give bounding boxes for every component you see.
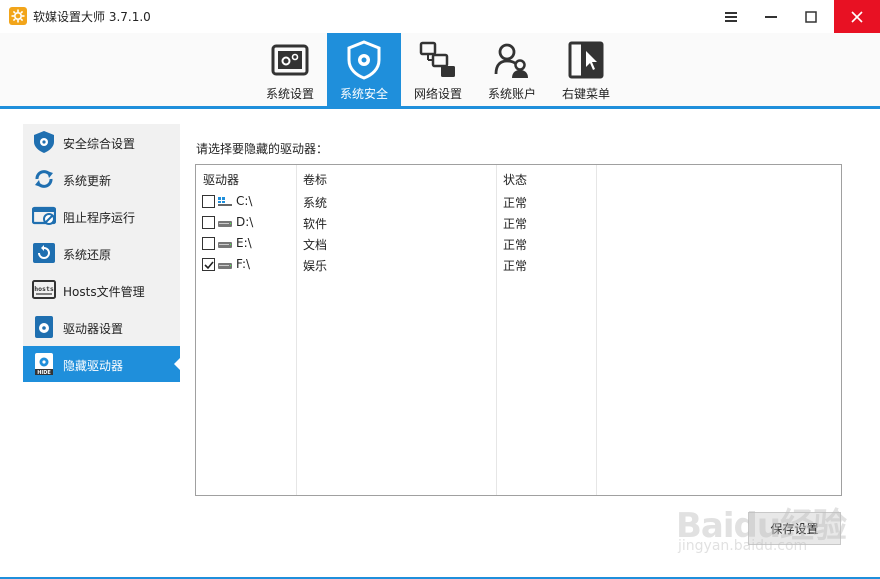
drive-checkbox[interactable] — [202, 237, 215, 250]
table-row[interactable]: F:\ 娱乐 正常 — [196, 255, 841, 276]
drive-name: E:\ — [236, 236, 252, 250]
drive-volume-label: 娱乐 — [303, 259, 328, 273]
block-program-icon — [32, 206, 56, 225]
disk-drive-icon — [218, 221, 232, 227]
tab-label: 系统设置 — [265, 87, 314, 101]
sidebar-item-label: 阻止程序运行 — [63, 211, 136, 225]
maximize-icon — [805, 10, 817, 23]
sidebar-item-label: 系统还原 — [63, 248, 112, 262]
column-header-label[interactable]: 卷标 — [303, 171, 327, 188]
refresh-icon — [35, 170, 53, 188]
sidebar-item-system-update[interactable]: 系统更新 — [23, 161, 180, 197]
column-header-drive[interactable]: 驱动器 — [203, 171, 239, 188]
drive-status: 正常 — [503, 259, 528, 273]
drive-volume-label: 软件 — [303, 217, 328, 231]
network-icon — [419, 41, 455, 77]
svg-text:hosts: hosts — [34, 285, 54, 293]
close-icon — [851, 10, 863, 23]
tab-context-menu[interactable]: 右键菜单 — [549, 33, 623, 106]
shield-icon — [34, 131, 54, 153]
drive-volume-label: 文档 — [303, 238, 328, 252]
minimize-button[interactable] — [751, 0, 791, 33]
system-settings-icon — [271, 44, 309, 76]
users-icon — [494, 43, 528, 78]
sidebar-item-drive-settings[interactable]: 驱动器设置 — [23, 309, 180, 345]
sidebar-item-label: 驱动器设置 — [63, 322, 124, 336]
disk-drive-icon — [218, 263, 232, 269]
close-button[interactable] — [834, 0, 880, 33]
drive-name: D:\ — [236, 215, 254, 229]
drive-settings-icon — [35, 316, 53, 338]
shield-gear-icon — [347, 40, 381, 80]
drive-list[interactable]: 驱动器 卷标 状态 C:\ 系统 正常 D:\ 软件 正常 E:\ 文档 正常 — [195, 164, 842, 496]
windows-drive-icon — [218, 197, 232, 206]
disk-drive-icon — [218, 242, 232, 248]
minimize-icon — [765, 15, 777, 18]
restore-icon — [33, 243, 55, 263]
tab-system-accounts[interactable]: 系统账户 — [475, 33, 549, 106]
drive-volume-label: 系统 — [303, 196, 328, 210]
tab-system-security[interactable]: 系统安全 — [327, 33, 401, 106]
hide-drive-prompt: 请选择要隐藏的驱动器： — [196, 142, 329, 156]
save-settings-button[interactable]: 保存设置 — [748, 512, 841, 545]
svg-text:HIDE: HIDE — [37, 370, 51, 375]
sidebar: 安全综合设置 系统更新 阻止程序运行 系统还原 hosts Hosts文件管理 … — [23, 124, 181, 382]
table-row[interactable]: C:\ 系统 正常 — [196, 192, 841, 213]
main-toolbar: 系统设置 系统安全 网络设置 系统账户 右键菜单 — [0, 33, 880, 106]
menu-button[interactable] — [711, 0, 751, 33]
maximize-button[interactable] — [791, 0, 831, 33]
drive-name: C:\ — [236, 194, 253, 208]
column-header-status[interactable]: 状态 — [503, 171, 527, 188]
hosts-icon: hosts — [32, 280, 56, 299]
checkmark-icon — [204, 261, 214, 270]
table-row[interactable]: D:\ 软件 正常 — [196, 213, 841, 234]
drive-checkbox[interactable] — [202, 195, 215, 208]
cursor-menu-icon — [568, 41, 604, 79]
drive-name: F:\ — [236, 257, 251, 271]
sidebar-item-label: 隐藏驱动器 — [63, 359, 124, 373]
drive-status: 正常 — [503, 238, 528, 252]
tab-system-settings[interactable]: 系统设置 — [253, 33, 327, 106]
sidebar-item-security-overview[interactable]: 安全综合设置 — [23, 124, 180, 160]
title-bar: 软媒设置大师 3.7.1.0 — [0, 0, 880, 33]
drive-status: 正常 — [503, 217, 528, 231]
sidebar-item-block-programs[interactable]: 阻止程序运行 — [23, 198, 180, 234]
tab-label: 网络设置 — [413, 87, 462, 101]
tab-label: 右键菜单 — [561, 87, 610, 101]
drive-status: 正常 — [503, 196, 528, 210]
tab-label: 系统账户 — [487, 87, 536, 101]
app-logo-icon — [9, 7, 27, 25]
toolbar-divider — [0, 106, 880, 109]
tab-network-settings[interactable]: 网络设置 — [401, 33, 475, 106]
sidebar-item-label: 安全综合设置 — [63, 137, 136, 151]
window-title: 软媒设置大师 3.7.1.0 — [33, 10, 151, 24]
table-row[interactable]: E:\ 文档 正常 — [196, 234, 841, 255]
tab-label: 系统安全 — [339, 87, 388, 101]
sidebar-item-hide-drives[interactable]: HIDE 隐藏驱动器 — [23, 346, 181, 382]
drive-checkbox[interactable] — [202, 216, 215, 229]
hide-drive-icon: HIDE — [35, 353, 53, 375]
drive-checkbox[interactable] — [202, 258, 215, 271]
sidebar-item-hosts-management[interactable]: hosts Hosts文件管理 — [23, 272, 180, 308]
sidebar-item-label: Hosts文件管理 — [63, 285, 145, 299]
hamburger-icon — [725, 11, 737, 22]
sidebar-item-system-restore[interactable]: 系统还原 — [23, 235, 180, 271]
sidebar-item-label: 系统更新 — [63, 174, 112, 188]
